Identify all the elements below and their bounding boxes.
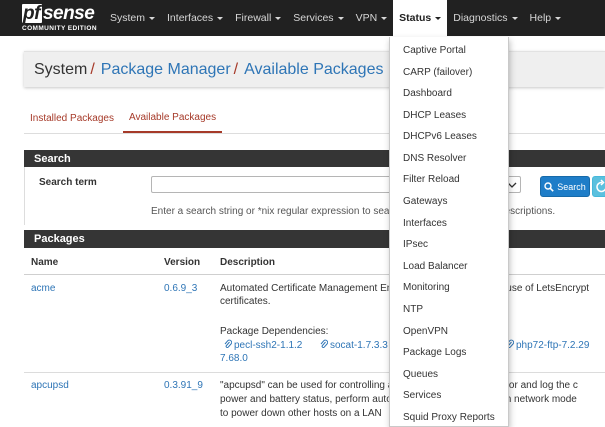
menu-system[interactable]: System bbox=[104, 0, 161, 36]
menu-status[interactable]: Status bbox=[393, 0, 448, 36]
menu-diagnostics[interactable]: Diagnostics bbox=[447, 0, 523, 36]
column-header-description: Description bbox=[220, 257, 276, 268]
main-menu: System Interfaces Firewall Services VPN … bbox=[104, 0, 567, 36]
menu-item-openvpn[interactable]: OpenVPN bbox=[390, 321, 508, 341]
tab-available-packages[interactable]: Available Packages bbox=[123, 104, 223, 133]
menu-interfaces[interactable]: Interfaces bbox=[161, 0, 229, 36]
breadcrumb-separator: / bbox=[233, 60, 239, 78]
dependency-link[interactable]: pecl-ssh2-1.1.2 bbox=[224, 339, 302, 351]
breadcrumb-system: System bbox=[34, 60, 88, 78]
menu-help[interactable]: Help bbox=[524, 0, 568, 36]
clear-search-button[interactable] bbox=[592, 176, 605, 197]
package-dependencies-label: Package Dependencies: bbox=[220, 326, 329, 337]
menu-firewall[interactable]: Firewall bbox=[229, 0, 287, 36]
menu-item-services[interactable]: Services bbox=[390, 385, 508, 405]
paperclip-icon bbox=[224, 339, 232, 349]
logo-prefix: pf bbox=[22, 3, 42, 24]
menu-item-package-logs[interactable]: Package Logs bbox=[390, 342, 508, 362]
panel-title: Search bbox=[34, 153, 71, 165]
dependency-link[interactable]: php72-ftp-7.2.29 bbox=[506, 339, 589, 351]
dependency-name: php72-ftp-7.2.29 bbox=[516, 340, 590, 351]
row-divider bbox=[24, 372, 605, 373]
menu-item-captive-portal[interactable]: Captive Portal bbox=[390, 40, 508, 60]
caret-down-icon bbox=[275, 17, 282, 20]
caret-down-icon bbox=[435, 17, 442, 20]
packages-table: Name Version Description acme 0.6.9_3 Au… bbox=[24, 248, 605, 427]
menu-services[interactable]: Services bbox=[287, 0, 349, 36]
search-button[interactable]: Search bbox=[540, 176, 590, 197]
breadcrumb-separator: / bbox=[90, 60, 95, 78]
tab-label: Available Packages bbox=[129, 112, 217, 123]
menu-label: Services bbox=[293, 12, 334, 24]
caret-down-icon bbox=[149, 17, 156, 20]
breadcrumb: System / Package Manager / Available Pac… bbox=[24, 51, 605, 87]
package-description: certificates. bbox=[220, 296, 271, 307]
caret-down-icon bbox=[555, 17, 562, 20]
search-button-label: Search bbox=[557, 181, 586, 192]
menu-item-squid-proxy-reports[interactable]: Squid Proxy Reports bbox=[390, 407, 508, 427]
caret-down-icon bbox=[511, 17, 518, 20]
paperclip-icon bbox=[320, 339, 328, 349]
caret-down-icon bbox=[337, 17, 344, 20]
menu-item-monitoring[interactable]: Monitoring bbox=[390, 277, 508, 297]
search-panel: Search term Search Enter a search string… bbox=[24, 167, 605, 225]
status-dropdown-menu: Captive Portal CARP (failover) Dashboard… bbox=[389, 37, 509, 427]
menu-item-dns-resolver[interactable]: DNS Resolver bbox=[390, 148, 508, 168]
search-icon bbox=[544, 181, 555, 192]
menu-item-filter-reload[interactable]: Filter Reload bbox=[390, 169, 508, 189]
package-version-link[interactable]: 0.6.9_3 bbox=[164, 282, 197, 295]
menu-vpn[interactable]: VPN bbox=[350, 0, 394, 36]
menu-label: Firewall bbox=[235, 12, 272, 24]
breadcrumb-available-packages[interactable]: Available Packages bbox=[244, 61, 383, 79]
package-description: to power down other hosts on a LAN bbox=[220, 408, 382, 419]
menu-item-dashboard[interactable]: Dashboard bbox=[390, 83, 508, 103]
dependency-name: socat-1.7.3.3 bbox=[330, 340, 388, 351]
logo-wordmark: pf sense bbox=[22, 3, 95, 24]
header-divider bbox=[24, 274, 605, 275]
menu-item-load-balancer[interactable]: Load Balancer bbox=[390, 256, 508, 276]
search-term-label: Search term bbox=[39, 177, 97, 188]
package-version-link[interactable]: 0.3.91_9 bbox=[164, 379, 203, 392]
undo-icon bbox=[596, 179, 605, 193]
menu-item-dhcp-leases[interactable]: DHCP Leases bbox=[390, 105, 508, 125]
panel-title: Packages bbox=[34, 233, 85, 245]
edition-label: COMMUNITY EDITION bbox=[22, 25, 97, 32]
packages-panel-title: Packages bbox=[24, 230, 605, 248]
logo-suffix: sense bbox=[42, 3, 95, 24]
menu-label: VPN bbox=[355, 12, 378, 24]
menu-label: Help bbox=[529, 12, 552, 24]
package-tabs: Installed Packages Available Packages bbox=[24, 104, 605, 134]
search-panel-title: Search bbox=[24, 150, 605, 168]
column-header-name: Name bbox=[31, 257, 59, 268]
menu-item-dhcpv6-leases[interactable]: DHCPv6 Leases bbox=[390, 126, 508, 146]
dependency-name: pecl-ssh2-1.1.2 bbox=[234, 340, 303, 351]
top-navbar: pf sense COMMUNITY EDITION System Interfa… bbox=[0, 0, 605, 36]
menu-item-ipsec[interactable]: IPsec bbox=[390, 234, 508, 254]
dependency-name[interactable]: 7.68.0 bbox=[220, 353, 248, 364]
package-name-link[interactable]: acme bbox=[31, 282, 55, 295]
menu-label: Diagnostics bbox=[453, 12, 508, 24]
menu-item-gateways[interactable]: Gateways bbox=[390, 191, 508, 211]
breadcrumb-package-manager[interactable]: Package Manager bbox=[101, 61, 231, 79]
column-header-version: Version bbox=[164, 257, 201, 268]
menu-item-carp-failover[interactable]: CARP (failover) bbox=[390, 62, 508, 82]
menu-item-queues[interactable]: Queues bbox=[390, 364, 508, 384]
menu-label: Interfaces bbox=[167, 12, 214, 24]
caret-down-icon bbox=[217, 17, 224, 20]
menu-item-interfaces[interactable]: Interfaces bbox=[390, 213, 508, 233]
tab-installed-packages[interactable]: Installed Packages bbox=[30, 104, 114, 132]
dependency-link[interactable]: socat-1.7.3.3 bbox=[320, 339, 388, 351]
tab-label: Installed Packages bbox=[30, 112, 114, 124]
menu-label: System bbox=[110, 12, 146, 24]
pfsense-logo[interactable]: pf sense COMMUNITY EDITION bbox=[22, 3, 97, 34]
caret-down-icon bbox=[381, 17, 388, 20]
menu-item-ntp[interactable]: NTP bbox=[390, 299, 508, 319]
package-name-link[interactable]: apcupsd bbox=[31, 379, 69, 392]
menu-label: Status bbox=[399, 12, 432, 24]
